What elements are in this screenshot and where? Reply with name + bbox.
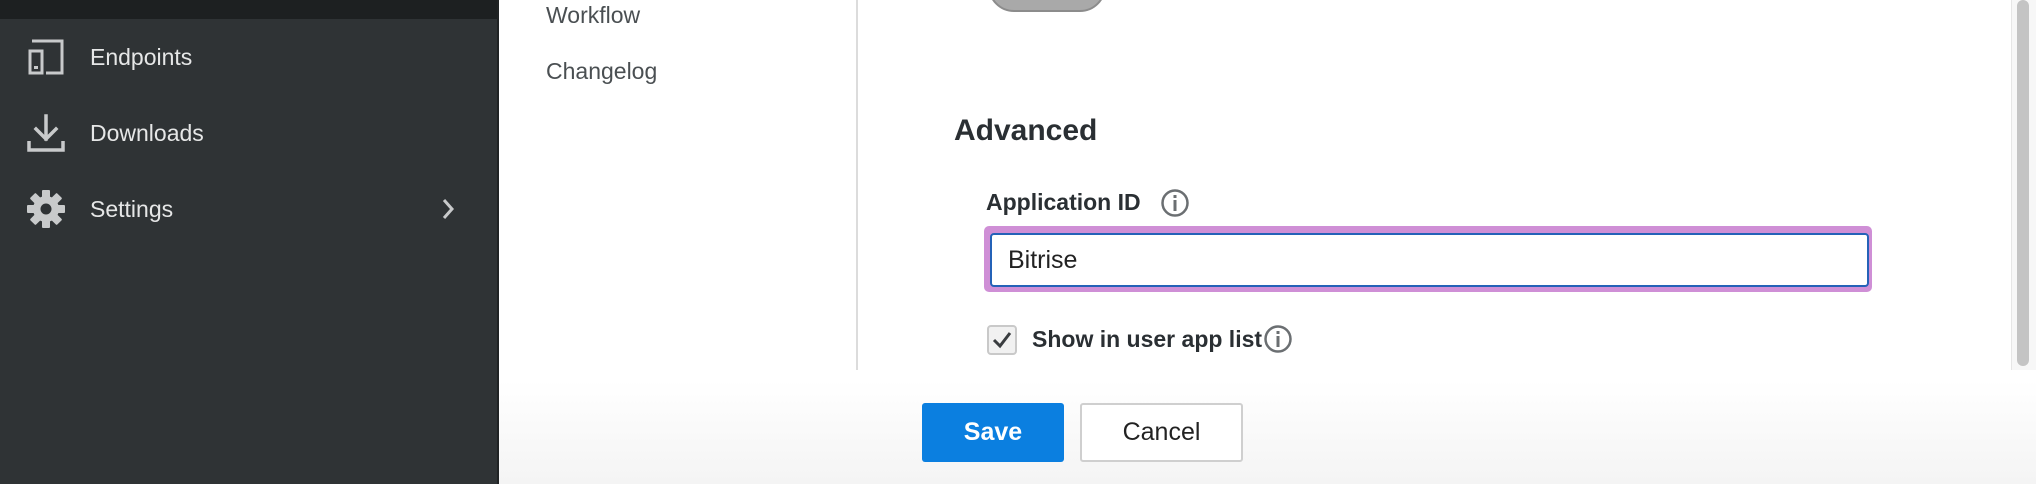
footer-bar <box>499 380 2036 484</box>
subnav-item-changelog[interactable]: Changelog <box>546 58 657 85</box>
sidebar-item-endpoints[interactable]: Endpoints <box>0 22 497 92</box>
checkmark-icon <box>992 332 1012 349</box>
subnav-item-workflow[interactable]: Workflow <box>546 2 640 29</box>
endpoints-icon <box>24 35 68 79</box>
sidebar-item-label: Settings <box>90 195 174 222</box>
sidebar: Endpoints Downloads Settings <box>0 0 497 484</box>
show-in-app-list-checkbox[interactable] <box>987 325 1017 355</box>
gear-icon <box>24 187 68 231</box>
sidebar-header-strip <box>0 0 497 19</box>
cancel-button[interactable]: Cancel <box>1080 403 1243 462</box>
section-title-advanced: Advanced <box>954 114 1098 147</box>
application-id-label: Application ID <box>986 189 1141 215</box>
text-fragment <box>1352 0 1392 2</box>
scrollbar-thumb[interactable] <box>2017 0 2029 366</box>
info-icon[interactable] <box>1263 324 1293 354</box>
toggle-switch[interactable] <box>988 0 1106 12</box>
sidebar-item-settings[interactable]: Settings <box>0 174 497 244</box>
application-id-focus-ring <box>984 226 1872 292</box>
save-button[interactable]: Save <box>922 403 1064 462</box>
show-in-app-list-label: Show in user app list <box>1032 326 1263 352</box>
sidebar-item-downloads[interactable]: Downloads <box>0 98 497 168</box>
application-id-input[interactable] <box>990 233 1869 287</box>
sidebar-item-label: Endpoints <box>90 43 193 70</box>
info-icon[interactable] <box>1160 188 1190 218</box>
content-divider <box>856 0 858 370</box>
chevron-right-icon <box>436 197 460 221</box>
download-icon <box>24 111 68 155</box>
sidebar-item-label: Downloads <box>90 119 204 146</box>
